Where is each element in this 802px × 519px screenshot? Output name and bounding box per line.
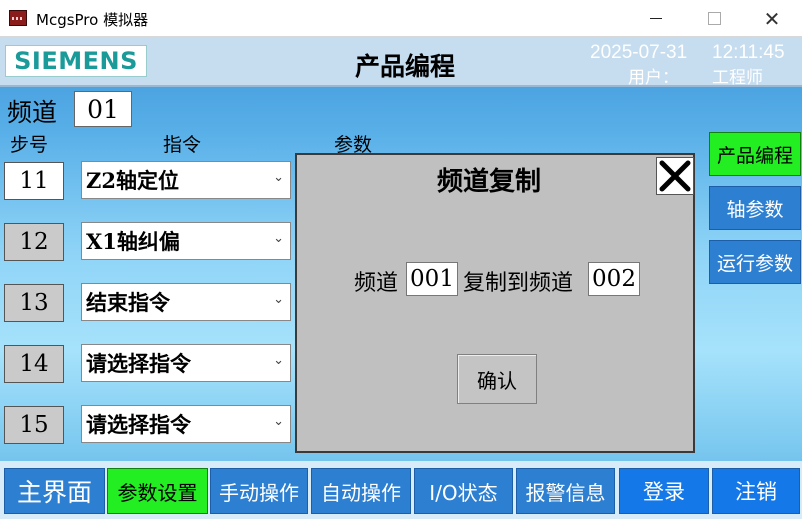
header-bar: SIEMENS 产品编程 2025-07-31 12:11:45 用户： 工程师: [0, 37, 802, 88]
app-icon: [9, 10, 27, 26]
step-number-13[interactable]: 13: [4, 284, 64, 322]
hmi-screen: SIEMENS 产品编程 2025-07-31 12:11:45 用户： 工程师…: [0, 37, 802, 519]
step-number-12[interactable]: 12: [4, 223, 64, 261]
chevron-down-icon: ⌄: [273, 414, 284, 429]
step-number-15[interactable]: 15: [4, 406, 64, 444]
target-channel-label: 复制到频道: [463, 271, 574, 296]
nav-auto-operation[interactable]: 自动操作: [311, 468, 411, 514]
user-label: 用户：: [628, 68, 679, 88]
dialog-title: 频道复制: [437, 167, 542, 197]
command-select-11[interactable]: Z2轴定位 ⌄: [81, 161, 291, 199]
chevron-down-icon: ⌄: [273, 292, 284, 307]
step-number-14[interactable]: 14: [4, 345, 64, 383]
close-icon: [659, 160, 691, 192]
command-select-14[interactable]: 请选择指令 ⌄: [81, 344, 291, 382]
step-number-11[interactable]: 11: [4, 162, 64, 200]
column-header-command: 指令: [163, 134, 202, 156]
nav-parameter-settings[interactable]: 参数设置: [107, 468, 208, 514]
nav-logout[interactable]: 注销: [712, 468, 800, 514]
side-button-product-programming[interactable]: 产品编程: [709, 132, 801, 176]
nav-login[interactable]: 登录: [619, 468, 709, 514]
window-title: McgsPro 模拟器: [36, 11, 149, 29]
command-select-value: 请选择指令: [86, 351, 191, 376]
nav-main-screen[interactable]: 主界面: [4, 468, 105, 514]
channel-copy-dialog: 频道复制 频道 001 复制到频道 002 确认: [295, 153, 695, 453]
page-title: 产品编程: [355, 52, 456, 81]
chevron-down-icon: ⌄: [273, 170, 284, 185]
channel-input[interactable]: 01: [74, 91, 132, 127]
nav-alarm-info[interactable]: 报警信息: [516, 468, 615, 514]
window-title-bar: McgsPro 模拟器 ✕: [0, 0, 802, 37]
close-window-icon[interactable]: ✕: [742, 0, 802, 37]
nav-manual-operation[interactable]: 手动操作: [210, 468, 308, 514]
maximize-icon[interactable]: [684, 0, 744, 37]
confirm-button[interactable]: 确认: [457, 354, 537, 404]
date-display: 2025-07-31: [590, 42, 688, 63]
minimize-icon[interactable]: [626, 0, 686, 37]
side-button-run-params[interactable]: 运行参数: [709, 240, 801, 284]
chevron-down-icon: ⌄: [273, 353, 284, 368]
command-select-13[interactable]: 结束指令 ⌄: [81, 283, 291, 321]
column-header-step: 步号: [10, 134, 49, 156]
channel-label: 频道: [7, 98, 58, 127]
command-select-12[interactable]: X1轴纠偏 ⌄: [81, 222, 291, 260]
source-channel-label: 频道: [354, 271, 399, 296]
dialog-close-button[interactable]: [656, 157, 694, 195]
side-button-axis-params[interactable]: 轴参数: [709, 186, 801, 230]
time-display: 12:11:45: [712, 42, 785, 63]
target-channel-input[interactable]: 002: [588, 262, 640, 296]
user-name: 工程师: [712, 68, 763, 88]
source-channel-input[interactable]: 001: [406, 262, 458, 296]
command-select-15[interactable]: 请选择指令 ⌄: [81, 405, 291, 443]
bottom-nav: 主界面 参数设置 手动操作 自动操作 I/O状态 报警信息 登录 注销: [0, 461, 802, 519]
nav-io-status[interactable]: I/O状态: [414, 468, 513, 514]
chevron-down-icon: ⌄: [273, 231, 284, 246]
command-select-value: X1轴纠偏: [86, 229, 180, 254]
command-select-value: Z2轴定位: [86, 168, 179, 193]
command-select-value: 请选择指令: [86, 412, 191, 437]
siemens-logo: SIEMENS: [5, 45, 147, 77]
command-select-value: 结束指令: [86, 290, 170, 315]
